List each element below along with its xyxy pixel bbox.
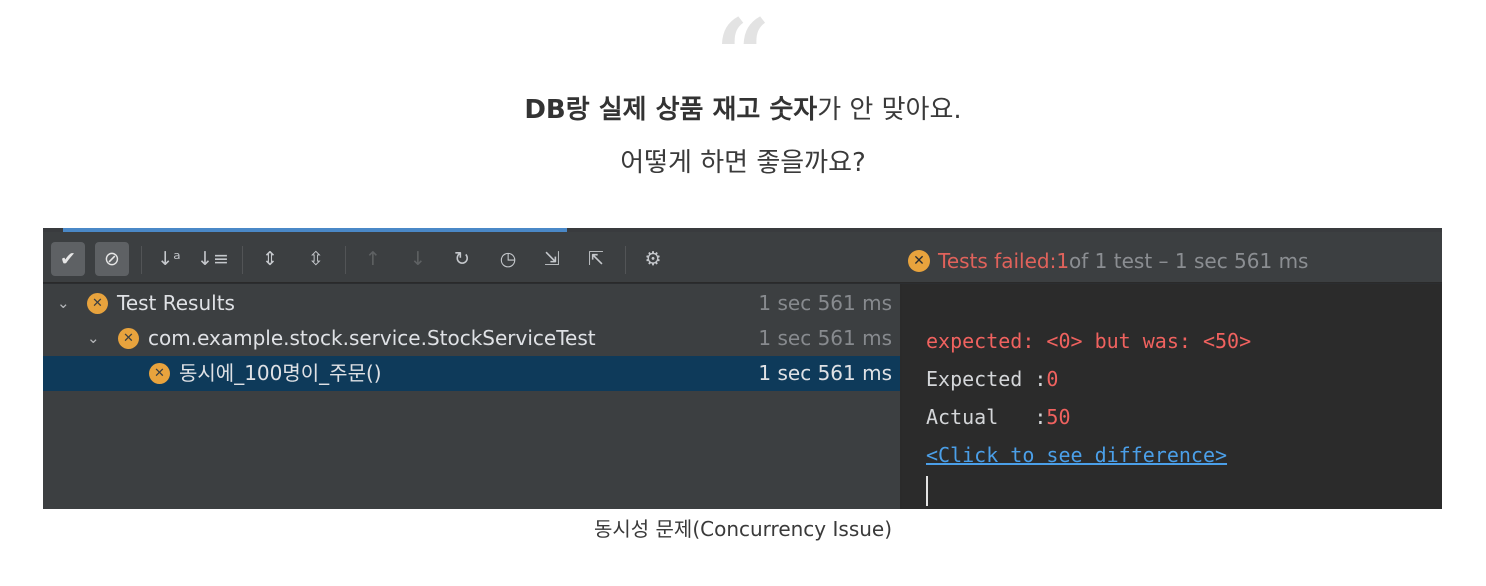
tree-row-duration: 1 sec 561 ms	[758, 326, 892, 350]
chevron-down-icon[interactable]: ⌄	[57, 286, 70, 321]
fail-icon: ✕	[87, 293, 108, 314]
chevron-down-icon[interactable]: ⌄	[87, 321, 100, 356]
tree-row-test-method[interactable]: ✕ 동시에_100명이_주문() 1 sec 561 ms	[43, 356, 900, 391]
fail-icon: ✕	[149, 363, 170, 384]
show-ignored-button[interactable]: ⊘	[95, 242, 129, 276]
export-tests-icon: ⇱	[588, 248, 604, 270]
headline-normal: 가 안 맞아요.	[817, 95, 962, 125]
sort-by-duration-button[interactable]: ↓≡	[196, 242, 230, 276]
status-rest: of 1 test – 1 sec 561 ms	[1069, 249, 1309, 273]
test-history-button[interactable]: ◷	[491, 242, 525, 276]
show-passed-icon: ✔	[60, 248, 76, 270]
show-ignored-icon: ⊘	[104, 248, 120, 270]
toolbar-separator	[625, 246, 626, 274]
settings-button[interactable]: ⚙	[636, 242, 670, 276]
subline: 어떻게 하면 좋을까요?	[620, 148, 866, 178]
previous-failed-icon: ↑	[365, 248, 381, 270]
tree-row-label: Test Results	[117, 291, 235, 315]
rerun-failed-icon: ↻	[454, 248, 470, 270]
tree-row-label: 동시에_100명이_주문()	[179, 361, 382, 385]
test-status: ✕ Tests failed: 1 of 1 test – 1 sec 561 …	[908, 246, 1308, 276]
headline-bold: DB랑 실제 상품 재고 숫자	[524, 95, 818, 125]
test-toolbar: ✔ ⊘ ↓ᵃ ↓≡ ⇕ ⇳ ↑ ↓ ↻ ◷ ⇲ ⇱ ⚙ ✕ Tests fail…	[43, 232, 1442, 283]
export-tests-button[interactable]: ⇱	[579, 242, 613, 276]
fail-status-icon: ✕	[908, 250, 930, 272]
console-output[interactable]: expected: <0> but was: <50> Expected :0 …	[902, 284, 1442, 509]
expected-label: Expected :	[926, 367, 1047, 391]
tree-row-test-results[interactable]: ⌄ ✕ Test Results 1 sec 561 ms	[43, 286, 900, 321]
actual-label: Actual :	[926, 405, 1047, 429]
expand-all-button[interactable]: ⇕	[253, 242, 287, 276]
status-label: Tests failed:	[938, 249, 1057, 273]
previous-failed-button[interactable]: ↑	[356, 242, 390, 276]
next-failed-icon: ↓	[410, 248, 426, 270]
import-tests-button[interactable]: ⇲	[535, 242, 569, 276]
tree-row-duration: 1 sec 561 ms	[758, 361, 892, 385]
collapse-all-icon: ⇳	[308, 248, 324, 270]
import-tests-icon: ⇲	[544, 248, 560, 270]
diff-link[interactable]: <Click to see difference>	[926, 438, 1227, 472]
tree-row-test-class[interactable]: ⌄ ✕ com.example.stock.service.StockServi…	[43, 321, 900, 356]
rerun-failed-button[interactable]: ↻	[445, 242, 479, 276]
expected-value: 0	[1046, 367, 1059, 391]
tree-row-label: com.example.stock.service.StockServiceTe…	[148, 326, 596, 350]
headline: DB랑 실제 상품 재고 숫자가 안 맞아요.	[0, 90, 1486, 130]
fail-icon: ✕	[118, 328, 139, 349]
toolbar-separator	[242, 246, 243, 274]
toolbar-separator	[345, 246, 346, 274]
expected-line: Expected :0	[926, 362, 1058, 396]
sort-alphabetically-button[interactable]: ↓ᵃ	[152, 242, 186, 276]
failed-count: 1	[1056, 249, 1070, 273]
test-history-icon: ◷	[499, 248, 517, 270]
test-tree: ⌄ ✕ Test Results 1 sec 561 ms ⌄ ✕ com.ex…	[43, 284, 900, 509]
actual-value: 50	[1046, 405, 1071, 429]
sort-by-duration-icon: ↓≡	[197, 248, 229, 270]
expand-all-icon: ⇕	[262, 248, 278, 270]
show-passed-button[interactable]: ✔	[51, 242, 85, 276]
figure-caption: 동시성 문제(Concurrency Issue)	[593, 517, 893, 541]
tree-row-duration: 1 sec 561 ms	[758, 291, 892, 315]
quote-mark: “	[715, 0, 771, 111]
test-runner-panel: ✔ ⊘ ↓ᵃ ↓≡ ⇕ ⇳ ↑ ↓ ↻ ◷ ⇲ ⇱ ⚙ ✕ Tests fail…	[43, 228, 1442, 509]
sort-alphabetically-icon: ↓ᵃ	[157, 248, 181, 270]
actual-line: Actual :50	[926, 400, 1071, 434]
settings-gear-icon: ⚙	[644, 248, 662, 270]
collapse-all-button[interactable]: ⇳	[299, 242, 333, 276]
next-failed-button[interactable]: ↓	[401, 242, 435, 276]
text-caret	[926, 476, 928, 506]
error-message: expected: <0> but was: <50>	[926, 329, 1252, 353]
toolbar-separator	[141, 246, 142, 274]
